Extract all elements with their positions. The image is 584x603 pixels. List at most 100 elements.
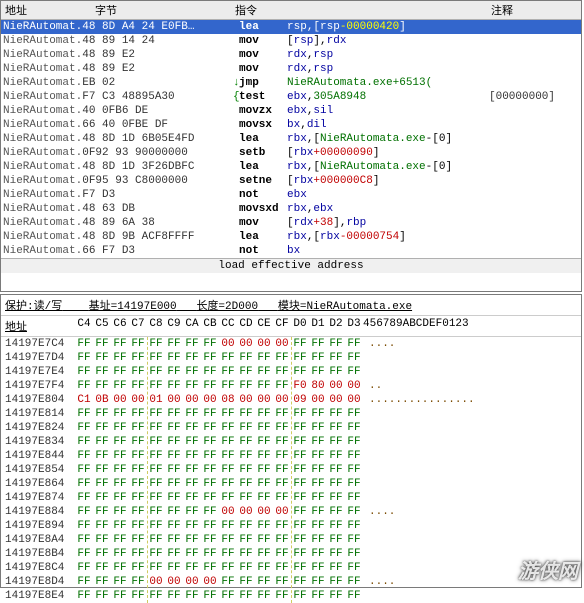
dump-byte[interactable]: FF <box>219 561 237 575</box>
dump-byte[interactable]: C1 <box>75 393 93 407</box>
dump-byte[interactable]: FF <box>75 407 93 421</box>
dump-byte[interactable]: FF <box>327 589 345 603</box>
dump-byte[interactable]: FF <box>309 575 327 589</box>
dump-byte[interactable]: 00 <box>219 505 237 519</box>
dump-byte[interactable]: FF <box>237 477 255 491</box>
dump-byte[interactable]: FF <box>345 407 363 421</box>
dump-byte[interactable]: FF <box>75 491 93 505</box>
dump-byte[interactable]: FF <box>309 435 327 449</box>
disasm-row[interactable]: NieRAutomat.48 8D 1D 3F26DBFClearbx,[Nie… <box>1 160 581 174</box>
dump-byte-header[interactable]: CC <box>219 318 237 334</box>
dump-byte[interactable]: FF <box>183 561 201 575</box>
dump-byte[interactable]: FF <box>273 435 291 449</box>
dump-byte[interactable]: FF <box>255 365 273 379</box>
dump-byte[interactable]: FF <box>255 477 273 491</box>
dump-byte[interactable]: FF <box>111 351 129 365</box>
dump-byte[interactable]: 00 <box>237 393 255 407</box>
dump-byte[interactable]: FF <box>201 533 219 547</box>
dump-byte[interactable]: 00 <box>237 337 255 351</box>
dump-byte[interactable]: FF <box>111 533 129 547</box>
disassembly-body[interactable]: NieRAutomat.48 8D A4 24 E0FB…learsp,[rsp… <box>1 20 581 258</box>
dump-byte[interactable]: FF <box>75 533 93 547</box>
memory-dump-pane[interactable]: 保护:读/写 基址=14197E000 长度=2D000 模块=NieRAuto… <box>0 294 582 588</box>
dump-byte[interactable]: FF <box>147 365 165 379</box>
dump-byte[interactable]: FF <box>327 449 345 463</box>
dump-byte[interactable]: FF <box>219 351 237 365</box>
dump-byte[interactable]: FF <box>345 589 363 603</box>
dump-byte[interactable]: FF <box>237 589 255 603</box>
dump-byte-header[interactable]: CA <box>183 318 201 334</box>
dump-byte[interactable]: FF <box>309 589 327 603</box>
disasm-row[interactable]: NieRAutomat.40 0FB6 DEmovzxebx,sil <box>1 104 581 118</box>
dump-byte[interactable]: FF <box>183 463 201 477</box>
dump-byte[interactable]: FF <box>129 407 147 421</box>
dump-byte[interactable]: FF <box>183 533 201 547</box>
dump-byte[interactable]: FF <box>309 477 327 491</box>
dump-byte[interactable]: FF <box>165 561 183 575</box>
dump-byte[interactable]: FF <box>255 379 273 393</box>
dump-byte[interactable]: FF <box>201 463 219 477</box>
dump-byte[interactable]: FF <box>75 421 93 435</box>
dump-byte[interactable]: 01 <box>147 393 165 407</box>
dump-byte[interactable]: FF <box>345 435 363 449</box>
dump-byte[interactable]: FF <box>129 449 147 463</box>
disasm-row[interactable]: NieRAutomat.48 8D A4 24 E0FB…learsp,[rsp… <box>1 20 581 34</box>
dump-byte[interactable]: FF <box>255 449 273 463</box>
dump-byte[interactable]: FF <box>219 407 237 421</box>
dump-byte[interactable]: FF <box>291 463 309 477</box>
dump-byte[interactable]: FF <box>147 505 165 519</box>
dump-byte[interactable]: FF <box>255 547 273 561</box>
dump-byte[interactable]: FF <box>327 477 345 491</box>
dump-byte[interactable]: FF <box>165 435 183 449</box>
dump-byte[interactable]: FF <box>345 449 363 463</box>
dump-byte[interactable]: FF <box>291 505 309 519</box>
dump-byte[interactable]: FF <box>345 547 363 561</box>
dump-byte[interactable]: FF <box>147 477 165 491</box>
dump-byte[interactable]: FF <box>291 589 309 603</box>
dump-byte[interactable]: FF <box>219 435 237 449</box>
dump-byte[interactable]: FF <box>147 407 165 421</box>
dump-byte[interactable]: FF <box>201 365 219 379</box>
dump-byte[interactable]: FF <box>237 435 255 449</box>
dump-byte[interactable]: FF <box>255 519 273 533</box>
dump-byte[interactable]: FF <box>165 337 183 351</box>
dump-byte[interactable]: FF <box>129 477 147 491</box>
dump-byte[interactable]: FF <box>75 519 93 533</box>
dump-byte[interactable]: FF <box>93 337 111 351</box>
dump-byte[interactable]: FF <box>129 337 147 351</box>
dump-byte[interactable]: FF <box>75 463 93 477</box>
dump-byte[interactable]: 00 <box>165 393 183 407</box>
dump-byte[interactable]: FF <box>165 449 183 463</box>
dump-byte[interactable]: FF <box>129 519 147 533</box>
dump-byte[interactable]: FF <box>93 575 111 589</box>
dump-byte[interactable]: FF <box>291 337 309 351</box>
dump-byte[interactable]: 00 <box>237 505 255 519</box>
dump-byte[interactable]: FF <box>129 379 147 393</box>
dump-byte[interactable]: FF <box>345 505 363 519</box>
dump-byte[interactable]: FF <box>327 365 345 379</box>
dump-byte[interactable]: FF <box>327 463 345 477</box>
dump-byte-header[interactable]: CF <box>273 318 291 334</box>
dump-byte[interactable]: FF <box>273 421 291 435</box>
dump-byte[interactable]: FF <box>75 449 93 463</box>
dump-byte[interactable]: 09 <box>291 393 309 407</box>
dump-byte[interactable]: FF <box>111 561 129 575</box>
dump-byte[interactable]: FF <box>201 491 219 505</box>
dump-byte[interactable]: FF <box>129 421 147 435</box>
dump-byte[interactable]: FF <box>93 365 111 379</box>
dump-byte-header[interactable]: D1 <box>309 318 327 334</box>
dump-byte[interactable]: FF <box>75 547 93 561</box>
dump-byte[interactable]: FF <box>219 533 237 547</box>
dump-byte[interactable]: FF <box>309 351 327 365</box>
dump-byte[interactable]: FF <box>291 421 309 435</box>
dump-byte[interactable]: FF <box>75 351 93 365</box>
dump-byte[interactable]: FF <box>309 533 327 547</box>
dump-byte[interactable]: FF <box>273 547 291 561</box>
dump-byte[interactable]: FF <box>345 561 363 575</box>
dump-byte[interactable]: FF <box>93 477 111 491</box>
dump-byte[interactable]: FF <box>93 421 111 435</box>
dump-byte[interactable]: FF <box>291 491 309 505</box>
dump-byte[interactable]: FF <box>147 379 165 393</box>
dump-byte[interactable]: FF <box>93 561 111 575</box>
dump-byte[interactable]: 00 <box>345 393 363 407</box>
